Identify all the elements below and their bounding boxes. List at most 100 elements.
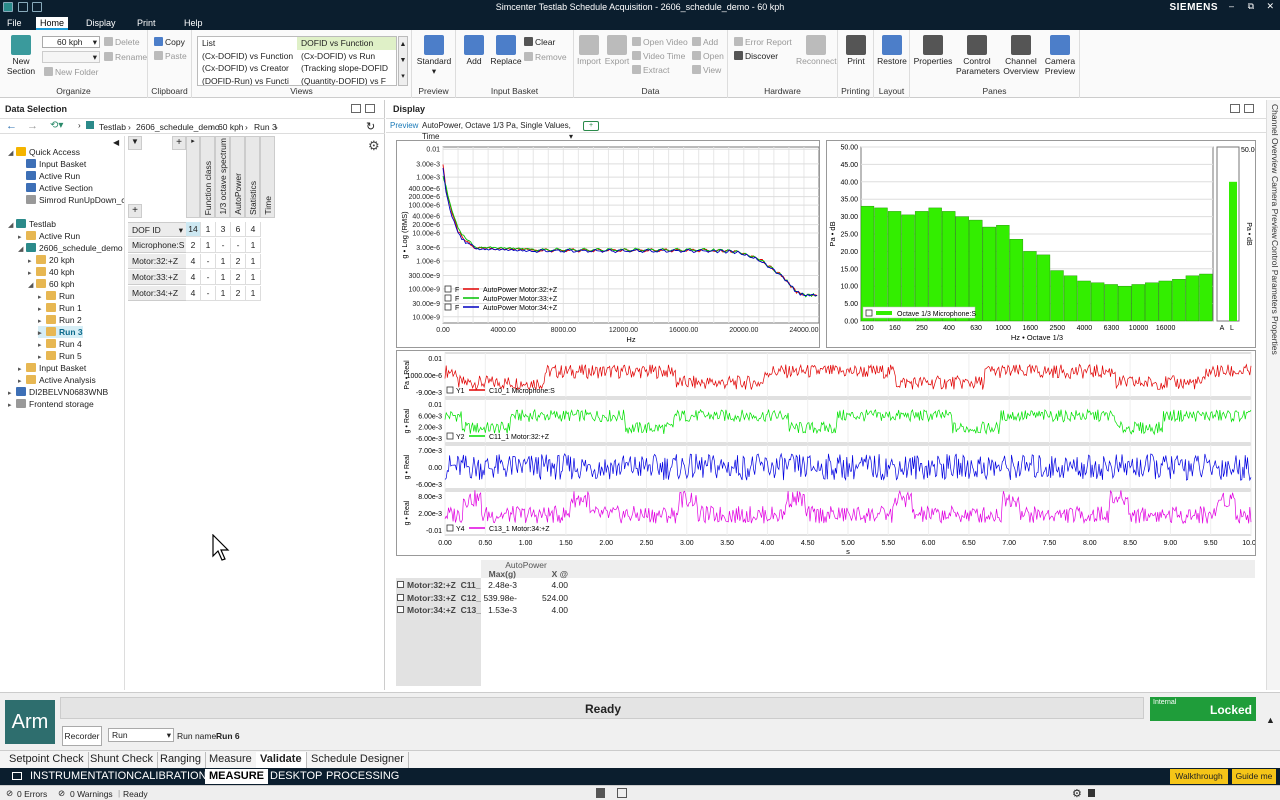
row-checkbox[interactable] <box>397 606 404 613</box>
tree-node[interactable]: ▸ 40 kph <box>28 266 75 278</box>
workflow-desktop[interactable]: DESKTOP <box>266 769 326 784</box>
restore-button[interactable]: ⧉ <box>1248 1 1254 12</box>
table-row-header[interactable]: Motor:33:+Z <box>128 270 186 285</box>
tree-node[interactable]: ▸ Active Run <box>18 230 80 242</box>
tab-camera-preview[interactable]: Camera Preview <box>1270 176 1280 239</box>
minimize-button[interactable]: – <box>1229 1 1234 11</box>
table-cell[interactable]: 1 <box>201 238 216 253</box>
forward-arrow-icon[interactable]: → <box>27 120 38 132</box>
table-cell[interactable]: 3 <box>216 222 231 237</box>
import-button[interactable]: Import <box>576 35 602 66</box>
refresh-icon[interactable]: ↻ <box>366 120 375 133</box>
paste-button[interactable]: Paste <box>154 51 187 61</box>
menu-print[interactable]: Print <box>133 17 160 30</box>
run-name-value[interactable]: Run 6 <box>216 731 240 741</box>
tree-node[interactable]: ◢ Testlab <box>8 218 56 230</box>
table-row[interactable]: Motor:32:+Z C11_1 2.48e-3 4.00 <box>396 579 576 591</box>
breadcrumb-item[interactable]: 2606_schedule_demo <box>136 122 220 132</box>
camera-preview-button[interactable]: Camera Preview <box>1042 35 1078 76</box>
expander-icon[interactable]: ◢ <box>18 244 26 256</box>
arm-button[interactable]: Arm <box>5 700 55 744</box>
expander-icon[interactable]: ◢ <box>8 220 16 232</box>
menu-help[interactable]: Help <box>180 17 207 30</box>
view-item[interactable]: (Tracking slope-DOFID <box>297 62 396 75</box>
tree-node[interactable]: ▸ Input Basket <box>18 362 86 374</box>
add-row-button[interactable]: + <box>128 204 142 218</box>
workflow-measure[interactable]: MEASURE <box>205 769 269 784</box>
pane-layout-icon[interactable] <box>1230 104 1240 113</box>
tree-node[interactable]: ▸ Frontend storage <box>8 398 94 410</box>
walkthrough-button[interactable]: Walkthrough <box>1170 769 1228 784</box>
tree-node[interactable]: ▸ 20 kph <box>28 254 75 266</box>
table-cell[interactable]: 1 <box>246 254 261 269</box>
breadcrumb-item[interactable]: Testlab <box>99 122 126 132</box>
section-combo[interactable]: 60 kph ▾ <box>42 36 100 48</box>
recorder-button[interactable]: Recorder <box>62 726 102 746</box>
tree-node[interactable]: ▸ Run 3 <box>38 326 83 338</box>
column-header[interactable]: AutoPower <box>230 136 245 218</box>
tree-node[interactable]: ▸ Run 5 <box>38 350 82 362</box>
copy-icon[interactable] <box>617 788 627 798</box>
tree-node[interactable]: ▸ Active Analysis <box>18 374 96 386</box>
new-folder-button[interactable]: New Folder <box>44 67 98 77</box>
worksheet-tab[interactable]: Validate <box>256 752 307 768</box>
table-cell[interactable]: 14 <box>186 222 201 237</box>
table-row-header[interactable]: Motor:32:+Z <box>128 254 186 269</box>
maximize-pane-icon[interactable] <box>1244 104 1254 113</box>
view-item[interactable]: List <box>198 37 294 50</box>
print-button[interactable]: Print <box>844 35 868 66</box>
view-item[interactable]: (Cx-DOFID) vs Function <box>198 50 294 63</box>
table-cell[interactable]: - <box>201 254 216 269</box>
table-cell[interactable]: - <box>201 270 216 285</box>
standard-preview-button[interactable]: Standard ▾ <box>416 35 452 77</box>
extract-button[interactable]: Extract <box>632 65 669 75</box>
worksheet-tab[interactable]: Ranging <box>156 752 206 768</box>
error-count[interactable]: 0 Errors <box>17 789 47 799</box>
add-column-button[interactable]: + <box>172 136 186 150</box>
control-parameters-button[interactable]: Control Parameters <box>956 35 1000 76</box>
tree-node[interactable]: ◢ 2606_schedule_demo <box>18 242 123 254</box>
tree-node[interactable]: Simrod RunUpDown_cu <box>18 194 124 206</box>
table-cell[interactable]: 2 <box>186 238 201 253</box>
column-header[interactable]: Function class <box>200 136 215 218</box>
table-cell[interactable]: 4 <box>186 254 201 269</box>
table-cell[interactable]: 1 <box>201 222 216 237</box>
tab-channel-overview[interactable]: Channel Overview <box>1270 104 1280 173</box>
table-cell[interactable]: 2 <box>231 286 246 301</box>
worksheet-tab[interactable]: Measure <box>205 752 257 768</box>
view-item[interactable]: (DOFID-Run) vs Functi <box>198 75 294 86</box>
delete-button[interactable]: Delete <box>104 37 140 47</box>
table-cell[interactable]: 4 <box>186 270 201 285</box>
tree-node[interactable]: ▸ DI2BELVN0683WNB <box>8 386 108 398</box>
time-chart[interactable]: 0.01 1000.00e-6 -9.00e-3 Pa • Real Y1 C10_1 M… <box>396 350 1260 556</box>
column-expand[interactable]: ▸ <box>186 136 200 218</box>
view-item[interactable]: (Cx-DOFID) vs Run <box>297 50 396 63</box>
collapse-up-icon[interactable]: ▲ <box>1266 715 1275 725</box>
error-report-button[interactable]: Error Report <box>734 37 792 47</box>
table-cell[interactable]: 2 <box>231 270 246 285</box>
tree-node[interactable]: Input Basket <box>18 158 86 170</box>
reconnect-button[interactable]: Reconnect <box>796 35 837 66</box>
tree-node[interactable]: ▸ Run 4 <box>38 338 82 350</box>
column-header[interactable]: Time <box>260 136 275 218</box>
tree-node[interactable]: ▸ Run 1 <box>38 302 82 314</box>
discover-button[interactable]: Discover <box>734 51 778 61</box>
menu-home[interactable]: Home <box>36 17 69 30</box>
table-cell[interactable]: 1 <box>216 286 231 301</box>
secondary-combo[interactable]: ▾ <box>42 51 100 63</box>
tree-node[interactable]: ▸ Run <box>38 290 75 302</box>
menu-file[interactable]: File <box>3 17 26 30</box>
column-header[interactable]: 1/3 octave spectrum <box>215 136 230 218</box>
row-checkbox[interactable] <box>397 593 404 601</box>
export-button[interactable]: Export <box>604 35 630 66</box>
expander-icon[interactable]: ◢ <box>28 280 36 292</box>
close-button[interactable]: ✕ <box>1266 1 1274 12</box>
table-cell[interactable]: - <box>231 238 246 253</box>
column-header[interactable]: Statistics <box>245 136 260 218</box>
table-cell[interactable]: 6 <box>231 222 246 237</box>
workflow-instrumentation[interactable]: INSTRUMENTATION <box>26 769 138 784</box>
tab-properties[interactable]: Properties <box>1270 316 1280 355</box>
table-cell[interactable]: 4 <box>186 286 201 301</box>
channel-overview-button[interactable]: Channel Overview <box>1002 35 1040 76</box>
table-cell[interactable]: - <box>201 286 216 301</box>
